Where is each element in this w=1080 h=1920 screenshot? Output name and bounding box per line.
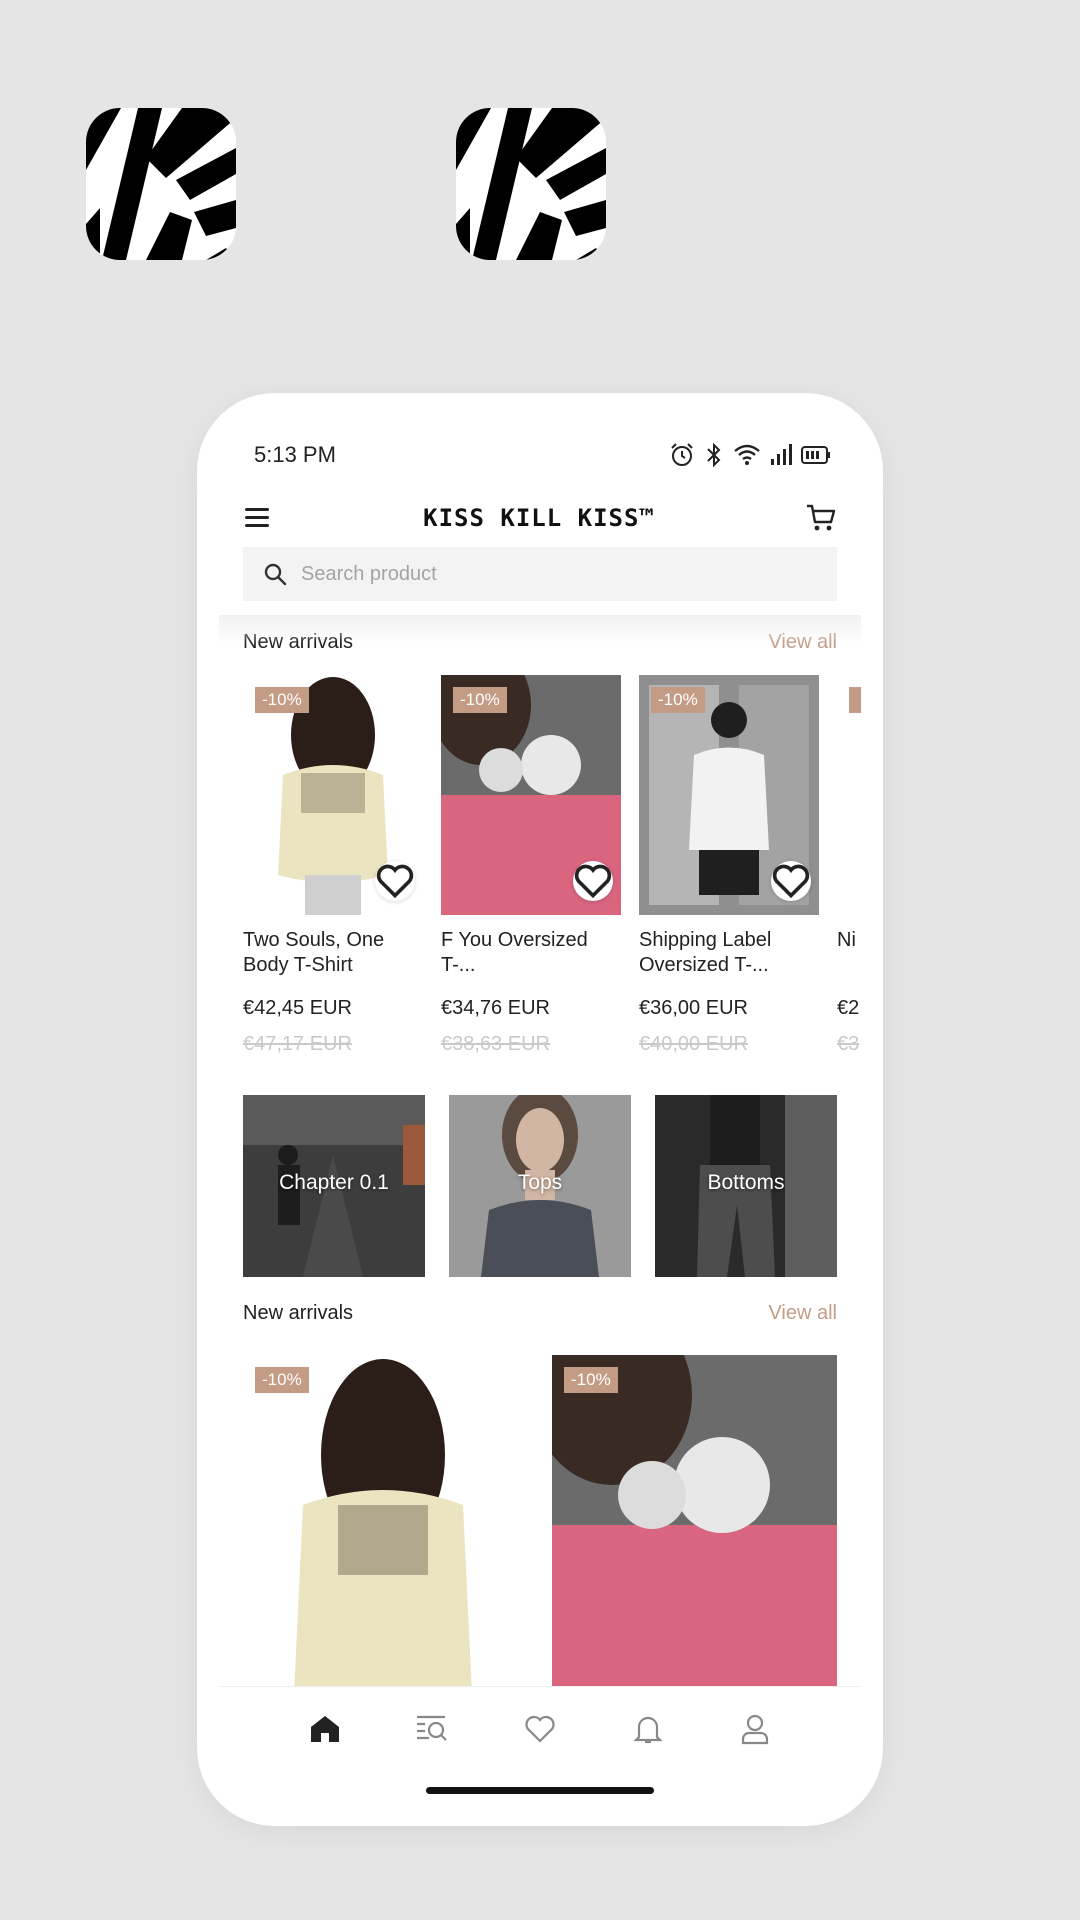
- product-old-price: €40,00 EUR: [639, 1033, 748, 1055]
- kkk-logo-icon: [86, 108, 236, 260]
- discount-badge: -10%: [255, 687, 309, 713]
- main-content: New arrivals View all -10% Two Souls, On…: [197, 615, 883, 1687]
- signal-icon: [771, 444, 792, 465]
- top-bar: KISS KILL KISS™: [243, 493, 837, 543]
- section-header-new-arrivals: New arrivals View all: [243, 627, 837, 657]
- discount-badge: -10%: [255, 1367, 309, 1393]
- app-icon-logo: [86, 108, 236, 260]
- product-card-large[interactable]: -10%: [552, 1355, 837, 1687]
- catalog-search-icon: [417, 1715, 448, 1741]
- favorite-button[interactable]: [771, 861, 811, 901]
- nav-profile[interactable]: [735, 1709, 775, 1749]
- view-all-link[interactable]: View all: [768, 1302, 837, 1325]
- section-header-new-arrivals-2: New arrivals View all: [243, 1298, 837, 1328]
- category-tile-tops[interactable]: Tops: [449, 1095, 631, 1277]
- product-image[interactable]: -10%: [441, 675, 621, 915]
- home-icon: [310, 1715, 339, 1742]
- alarm-icon: [671, 443, 693, 466]
- product-price: €36,00 EUR: [639, 997, 748, 1019]
- discount-badge: -10%: [651, 687, 705, 713]
- category-grid: Chapter 0.1 Tops Bottoms: [243, 1095, 837, 1277]
- search-icon: [264, 563, 287, 586]
- product-old-price: €38,63 EUR: [441, 1033, 550, 1055]
- app-icon-logo-alt: [456, 108, 606, 260]
- product-price: €34,76 EUR: [441, 997, 550, 1019]
- battery-icon: [801, 446, 830, 464]
- category-tile-bottoms[interactable]: Bottoms: [655, 1095, 837, 1277]
- product-image[interactable]: -10%: [243, 675, 423, 915]
- favorite-button[interactable]: [573, 861, 613, 901]
- product-carousel[interactable]: -10% Two Souls, One Body T-Shirt €42,45 …: [243, 675, 861, 1075]
- brand-title: KISS KILL KISS™: [423, 504, 655, 532]
- heart-icon: [772, 864, 810, 899]
- status-time: 5:13 PM: [254, 442, 336, 467]
- wifi-icon: [734, 444, 760, 465]
- heart-icon: [574, 864, 612, 899]
- product-card[interactable]: -10% Two Souls, One Body T-Shirt €42,45 …: [243, 675, 423, 1056]
- product-card[interactable]: -10% Shipping Label Oversized T-... €36,…: [639, 675, 819, 1056]
- product-price: €42,45 EUR: [243, 997, 352, 1019]
- product-card[interactable]: -10% F You Oversized T-... €34,76 EUR €3…: [441, 675, 621, 1056]
- search-input[interactable]: Search product: [243, 547, 837, 601]
- phone-frame: 5:13 PM KISS KILL KISS™ Search product N…: [197, 393, 883, 1826]
- product-card[interactable]: Ni Ov €2 €3: [837, 675, 861, 1056]
- product-name[interactable]: F You Oversized T-...: [441, 928, 621, 978]
- kkk-logo-icon: [456, 108, 606, 260]
- search-placeholder: Search product: [301, 562, 437, 585]
- nav-home[interactable]: [305, 1709, 345, 1749]
- category-label: Tops: [517, 1171, 563, 1194]
- product-name[interactable]: Shipping Label Oversized T-...: [639, 928, 819, 978]
- discount-badge: -10%: [564, 1367, 618, 1393]
- profile-icon: [742, 1714, 769, 1744]
- section-title: New arrivals: [243, 1301, 354, 1324]
- product-name[interactable]: Two Souls, One Body T-Shirt: [243, 928, 423, 978]
- product-card-large[interactable]: -10%: [243, 1355, 528, 1687]
- view-all-link[interactable]: View all: [768, 631, 837, 654]
- section-title: New arrivals: [243, 630, 354, 653]
- heart-icon: [376, 864, 414, 899]
- category-label: Bottoms: [707, 1171, 785, 1194]
- bluetooth-icon: [707, 442, 721, 468]
- product-image[interactable]: [837, 675, 861, 915]
- discount-badge: -10%: [453, 687, 507, 713]
- product-old-price: €3: [837, 1033, 860, 1055]
- menu-icon[interactable]: [243, 505, 273, 531]
- bell-icon: [632, 1716, 663, 1743]
- category-label: Chapter 0.1: [279, 1171, 389, 1194]
- status-icons: [669, 442, 831, 468]
- product-price: €2: [837, 997, 860, 1019]
- product-old-price: €47,17 EUR: [243, 1033, 352, 1055]
- product-image[interactable]: -10%: [639, 675, 819, 915]
- heart-icon: [525, 1715, 555, 1743]
- nav-notifications[interactable]: [628, 1709, 668, 1749]
- favorite-button[interactable]: [375, 861, 415, 901]
- bottom-nav: [219, 1686, 861, 1770]
- product-name[interactable]: Ni Ov: [837, 928, 861, 978]
- nav-catalog[interactable]: [412, 1709, 452, 1749]
- home-indicator[interactable]: [426, 1787, 654, 1794]
- nav-favorites[interactable]: [520, 1709, 560, 1749]
- category-tile-chapter[interactable]: Chapter 0.1: [243, 1095, 425, 1277]
- cart-icon[interactable]: [805, 502, 837, 534]
- status-bar: 5:13 PM: [254, 435, 831, 475]
